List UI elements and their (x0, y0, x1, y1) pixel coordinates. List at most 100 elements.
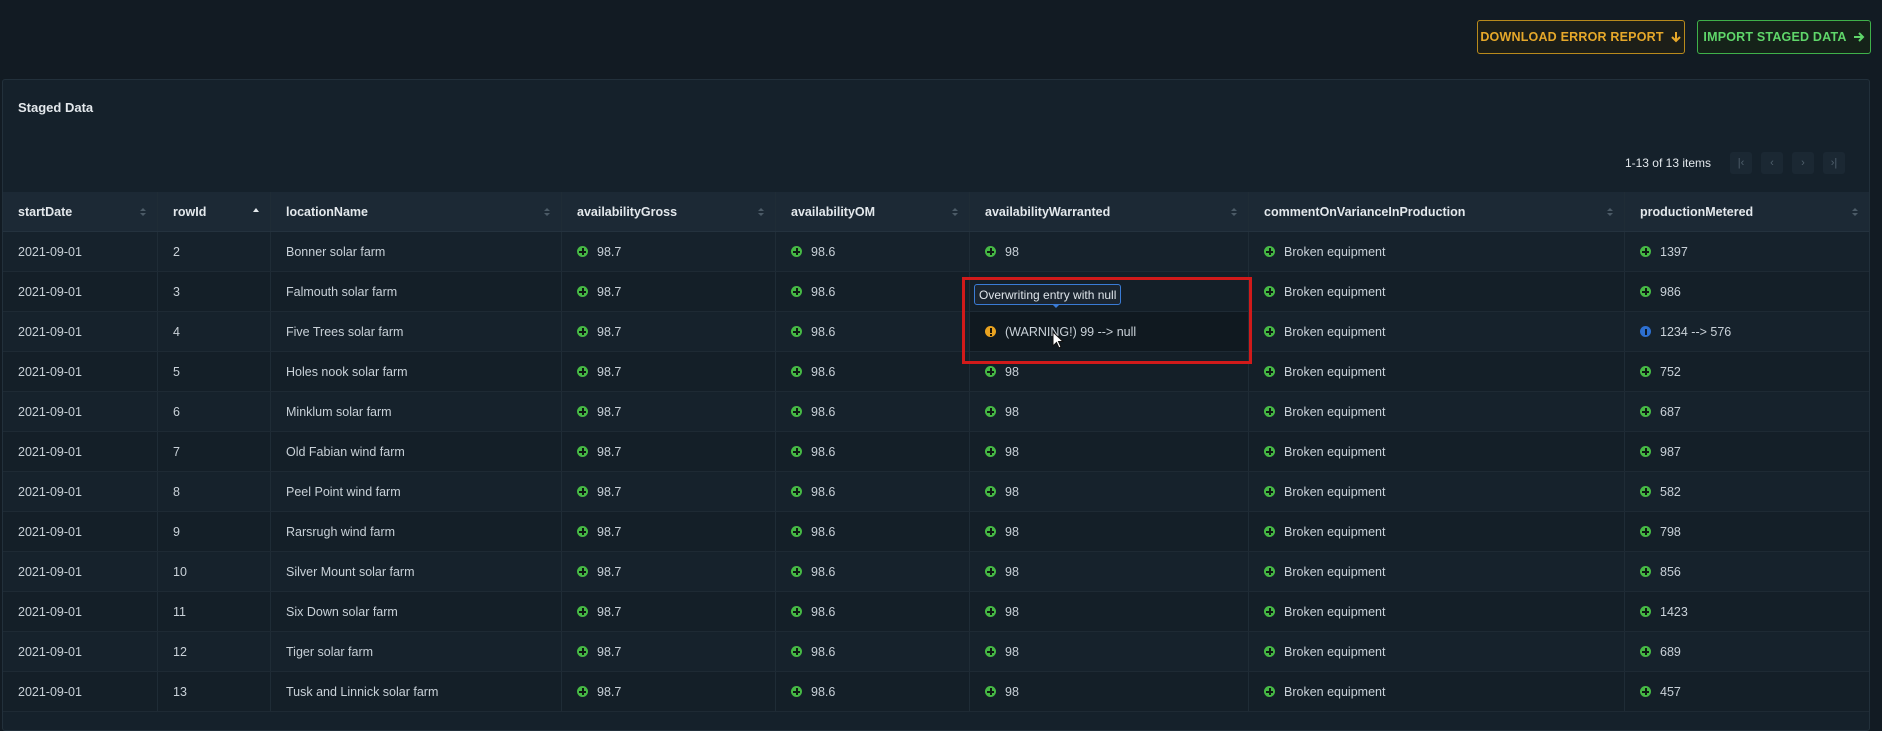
cell-comment[interactable]: Broken equipment (1249, 392, 1625, 431)
cell-availabilityom[interactable]: 98.6 (776, 272, 970, 311)
cell-startdate[interactable]: 2021-09-01 (3, 352, 158, 391)
cell-startdate[interactable]: 2021-09-01 (3, 272, 158, 311)
cell-comment[interactable]: Broken equipment (1249, 432, 1625, 471)
cell-availabilitywarranted[interactable]: 98 (970, 672, 1249, 711)
cell-availabilitygross[interactable]: 98.7 (562, 512, 776, 551)
cell-availabilitygross[interactable]: 98.7 (562, 472, 776, 511)
cell-rowid[interactable]: 11 (158, 592, 271, 631)
table-row[interactable]: 2021-09-01 3 Falmouth solar farm 98.7 98.6 Br… (3, 272, 1869, 312)
table-row[interactable]: 2021-09-01 7 Old Fabian wind farm 98.7 98.6 9… (3, 432, 1869, 472)
cell-productionmetered[interactable]: 752 (1625, 352, 1869, 391)
cell-comment[interactable]: Broken equipment (1249, 232, 1625, 271)
cell-comment[interactable]: Broken equipment (1249, 352, 1625, 391)
cell-availabilitygross[interactable]: 98.7 (562, 672, 776, 711)
cell-productionmetered[interactable]: 1234 --> 576 (1625, 312, 1869, 351)
cell-availabilitywarranted[interactable]: 98 (970, 552, 1249, 591)
column-header-locationname[interactable]: locationName (271, 192, 562, 231)
column-header-productionmetered[interactable]: productionMetered (1625, 192, 1869, 231)
cell-availabilitywarranted[interactable]: (WARNING!) 99 --> null (970, 312, 1249, 351)
cell-comment[interactable]: Broken equipment (1249, 672, 1625, 711)
cell-productionmetered[interactable]: 1397 (1625, 232, 1869, 271)
cell-locationname[interactable]: Rarsrugh wind farm (271, 512, 562, 551)
cell-rowid[interactable]: 12 (158, 632, 271, 671)
cell-availabilityom[interactable]: 98.6 (776, 512, 970, 551)
column-header-rowid[interactable]: rowId (158, 192, 271, 231)
sort-icon[interactable] (139, 206, 147, 218)
import-staged-data-button[interactable]: IMPORT STAGED DATA (1697, 20, 1871, 54)
cell-locationname[interactable]: Falmouth solar farm (271, 272, 562, 311)
cell-comment[interactable]: Broken equipment (1249, 632, 1625, 671)
cell-productionmetered[interactable]: 987 (1625, 432, 1869, 471)
cell-availabilitygross[interactable]: 98.7 (562, 312, 776, 351)
cell-rowid[interactable]: 9 (158, 512, 271, 551)
cell-availabilitywarranted[interactable]: 98 (970, 392, 1249, 431)
cell-rowid[interactable]: 10 (158, 552, 271, 591)
cell-startdate[interactable]: 2021-09-01 (3, 392, 158, 431)
cell-availabilityom[interactable]: 98.6 (776, 592, 970, 631)
sort-icon[interactable] (1230, 206, 1238, 218)
column-header-availabilityom[interactable]: availabilityOM (776, 192, 970, 231)
column-header-availabilitygross[interactable]: availabilityGross (562, 192, 776, 231)
cell-availabilityom[interactable]: 98.6 (776, 472, 970, 511)
cell-availabilitygross[interactable]: 98.7 (562, 552, 776, 591)
previous-page-icon[interactable]: ‹ (1761, 152, 1783, 174)
table-row[interactable]: 2021-09-01 13 Tusk and Linnick solar farm 9… (3, 672, 1869, 712)
cell-availabilitywarranted[interactable]: 98 (970, 632, 1249, 671)
cell-comment[interactable]: Broken equipment (1249, 552, 1625, 591)
cell-rowid[interactable]: 5 (158, 352, 271, 391)
cell-rowid[interactable]: 4 (158, 312, 271, 351)
sort-icon[interactable] (1851, 206, 1859, 218)
cell-startdate[interactable]: 2021-09-01 (3, 432, 158, 471)
cell-availabilitygross[interactable]: 98.7 (562, 432, 776, 471)
table-row[interactable]: 2021-09-01 10 Silver Mount solar farm 98.7 9… (3, 552, 1869, 592)
cell-startdate[interactable]: 2021-09-01 (3, 232, 158, 271)
cell-comment[interactable]: Broken equipment (1249, 272, 1625, 311)
cell-locationname[interactable]: Peel Point wind farm (271, 472, 562, 511)
cell-comment[interactable]: Broken equipment (1249, 592, 1625, 631)
cell-productionmetered[interactable]: 689 (1625, 632, 1869, 671)
table-row[interactable]: 2021-09-01 2 Bonner solar farm 98.7 98.6 98 Br… (3, 232, 1869, 272)
cell-availabilityom[interactable]: 98.6 (776, 552, 970, 591)
cell-availabilitywarranted[interactable]: 98 (970, 512, 1249, 551)
column-header-availabilitywarranted[interactable]: availabilityWarranted (970, 192, 1249, 231)
sort-icon[interactable] (543, 206, 551, 218)
cell-locationname[interactable]: Holes nook solar farm (271, 352, 562, 391)
cell-locationname[interactable]: Tusk and Linnick solar farm (271, 672, 562, 711)
first-page-icon[interactable]: |‹ (1730, 152, 1752, 174)
column-header-startdate[interactable]: startDate (3, 192, 158, 231)
table-row[interactable]: 2021-09-01 4 Five Trees solar farm 98.7 98.6… (3, 312, 1869, 352)
cell-comment[interactable]: Broken equipment (1249, 512, 1625, 551)
table-row[interactable]: 2021-09-01 6 Minklum solar farm 98.7 98.6 98 B… (3, 392, 1869, 432)
cell-rowid[interactable]: 13 (158, 672, 271, 711)
cell-productionmetered[interactable]: 582 (1625, 472, 1869, 511)
sort-icon[interactable] (951, 206, 959, 218)
cell-locationname[interactable]: Tiger solar farm (271, 632, 562, 671)
cell-productionmetered[interactable]: 1423 (1625, 592, 1869, 631)
cell-startdate[interactable]: 2021-09-01 (3, 632, 158, 671)
cell-startdate[interactable]: 2021-09-01 (3, 672, 158, 711)
sort-icon[interactable] (757, 206, 765, 218)
cell-availabilitygross[interactable]: 98.7 (562, 232, 776, 271)
cell-productionmetered[interactable]: 856 (1625, 552, 1869, 591)
cell-availabilitywarranted[interactable]: 98 (970, 592, 1249, 631)
cell-comment[interactable]: Broken equipment (1249, 472, 1625, 511)
cell-availabilityom[interactable]: 98.6 (776, 432, 970, 471)
cell-productionmetered[interactable]: 687 (1625, 392, 1869, 431)
sort-icon[interactable] (1606, 206, 1614, 218)
last-page-icon[interactable]: ›| (1823, 152, 1845, 174)
cell-rowid[interactable]: 3 (158, 272, 271, 311)
cell-comment[interactable]: Broken equipment (1249, 312, 1625, 351)
cell-productionmetered[interactable]: 798 (1625, 512, 1869, 551)
cell-locationname[interactable]: Six Down solar farm (271, 592, 562, 631)
cell-availabilityom[interactable]: 98.6 (776, 232, 970, 271)
table-row[interactable]: 2021-09-01 8 Peel Point wind farm 98.7 98.6 9… (3, 472, 1869, 512)
cell-availabilitywarranted[interactable]: 98 (970, 232, 1249, 271)
cell-availabilitygross[interactable]: 98.7 (562, 392, 776, 431)
cell-availabilitywarranted[interactable]: 98 (970, 472, 1249, 511)
cell-locationname[interactable]: Old Fabian wind farm (271, 432, 562, 471)
cell-availabilitygross[interactable]: 98.7 (562, 272, 776, 311)
download-error-report-button[interactable]: DOWNLOAD ERROR REPORT (1477, 20, 1685, 54)
column-header-comment[interactable]: commentOnVarianceInProduction (1249, 192, 1625, 231)
table-row[interactable]: 2021-09-01 12 Tiger solar farm 98.7 98.6 98 Br… (3, 632, 1869, 672)
cell-rowid[interactable]: 2 (158, 232, 271, 271)
